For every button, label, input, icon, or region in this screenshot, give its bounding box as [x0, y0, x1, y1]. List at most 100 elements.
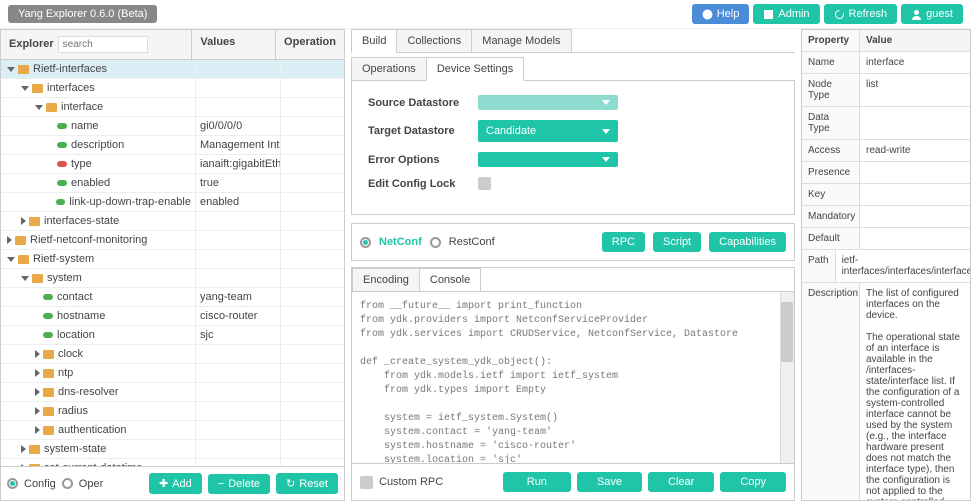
save-button[interactable]: Save	[577, 472, 642, 492]
tab-collections[interactable]: Collections	[396, 29, 472, 52]
tab-console[interactable]: Console	[419, 268, 481, 292]
copy-button[interactable]: Copy	[720, 472, 786, 492]
clear-button[interactable]: Clear	[648, 472, 714, 492]
add-button[interactable]: ✚ Add	[149, 473, 202, 494]
tree-row[interactable]: namegi0/0/0/0	[1, 117, 344, 136]
source-datastore-dropdown[interactable]	[478, 95, 618, 110]
edit-config-lock-checkbox[interactable]	[478, 177, 491, 190]
tree-node-value: yang-team	[196, 288, 281, 306]
expand-arrow-icon[interactable]	[35, 388, 40, 396]
expand-arrow-icon[interactable]	[35, 369, 40, 377]
tree-row[interactable]: interfaces	[1, 79, 344, 98]
custom-rpc-checkbox[interactable]	[360, 476, 373, 489]
guest-button[interactable]: guest	[901, 4, 963, 24]
expand-arrow-icon[interactable]	[35, 350, 40, 358]
explorer-panel: Explorer Values Operation Rietf-interfac…	[0, 29, 345, 501]
expand-arrow-icon[interactable]	[7, 257, 15, 262]
property-key: Data Type	[802, 107, 860, 139]
netconf-radio[interactable]	[360, 237, 371, 248]
tree-node-operation	[281, 307, 344, 325]
expand-arrow-icon[interactable]	[21, 445, 26, 453]
tab-encoding[interactable]: Encoding	[352, 268, 420, 291]
property-row: Data Type	[802, 107, 970, 140]
expand-arrow-icon[interactable]	[35, 407, 40, 415]
expand-arrow-icon[interactable]	[21, 86, 29, 91]
tree-row[interactable]: enabledtrue	[1, 174, 344, 193]
console-output[interactable]: from __future__ import print_function fr…	[351, 291, 795, 464]
property-row: Pathietf-interfaces/interfaces/interface	[802, 250, 970, 283]
help-button[interactable]: Help	[692, 4, 750, 24]
source-datastore-label: Source Datastore	[368, 97, 478, 109]
tree-row[interactable]: Rietf-interfaces	[1, 60, 344, 79]
tree-row[interactable]: Rietf-netconf-monitoring	[1, 231, 344, 250]
tree-row[interactable]: descriptionManagement Interface	[1, 136, 344, 155]
property-value: ietf-interfaces/interfaces/interface	[836, 250, 970, 282]
tree-body[interactable]: Rietf-interfacesinterfaces interface nameg…	[1, 60, 344, 466]
tree-node-value	[196, 60, 281, 78]
rpc-button[interactable]: RPC	[602, 232, 645, 252]
tab-device-settings[interactable]: Device Settings	[426, 57, 524, 81]
script-button[interactable]: Script	[653, 232, 701, 252]
expand-arrow-icon[interactable]	[35, 426, 40, 434]
expand-arrow-icon[interactable]	[21, 276, 29, 281]
tree-node-label: interface	[61, 101, 103, 113]
tree-row[interactable]: link-up-down-trap-enableenabled	[1, 193, 344, 212]
folder-icon	[43, 369, 54, 378]
config-radio[interactable]	[7, 478, 18, 489]
property-value: interface	[860, 52, 970, 73]
admin-icon	[763, 9, 774, 20]
tab-operations[interactable]: Operations	[351, 57, 427, 80]
tree-row[interactable]: hostnamecisco-router	[1, 307, 344, 326]
tree-row[interactable]: typeianaift:gigabitEtherne	[1, 155, 344, 174]
expand-arrow-icon[interactable]	[7, 236, 12, 244]
expand-arrow-icon[interactable]	[7, 67, 15, 72]
target-datastore-dropdown[interactable]: Candidate	[478, 120, 618, 142]
tree-node-value: ianaift:gigabitEtherne	[196, 155, 281, 173]
property-value	[860, 162, 970, 183]
error-options-dropdown[interactable]	[478, 152, 618, 167]
property-body[interactable]: NameinterfaceNode TypelistData TypeAcces…	[802, 52, 970, 500]
folder-icon	[15, 236, 26, 245]
tree-node-label: interfaces-state	[44, 215, 119, 227]
oper-radio[interactable]	[62, 478, 73, 489]
tree-row[interactable]: locationsjc	[1, 326, 344, 345]
target-datastore-label: Target Datastore	[368, 125, 478, 137]
refresh-button[interactable]: Refresh	[824, 4, 898, 24]
tree-row[interactable]: set-current-datetime	[1, 459, 344, 466]
tree-node-label: clock	[58, 348, 83, 360]
tree-node-label: Rietf-system	[33, 253, 94, 265]
leaf-icon	[57, 142, 67, 148]
tree-row[interactable]: authentication	[1, 421, 344, 440]
tree-row[interactable]: system	[1, 269, 344, 288]
expand-arrow-icon[interactable]	[35, 105, 43, 110]
reset-button[interactable]: ↻ Reset	[276, 473, 338, 494]
tree-node-label: system	[47, 272, 82, 284]
delete-button[interactable]: − Delete	[208, 474, 270, 494]
tree-node-value	[196, 421, 281, 439]
search-input[interactable]	[58, 36, 148, 53]
tree-row[interactable]: dns-resolver	[1, 383, 344, 402]
restconf-radio[interactable]	[430, 237, 441, 248]
tree-row[interactable]: contactyang-team	[1, 288, 344, 307]
scrollbar[interactable]	[780, 292, 794, 463]
tree-node-value	[196, 250, 281, 268]
tree-row[interactable]: ntp	[1, 364, 344, 383]
folder-icon	[18, 255, 29, 264]
tree-row[interactable]: interfaces-state	[1, 212, 344, 231]
admin-button[interactable]: Admin	[753, 4, 819, 24]
tree-row[interactable]: radius	[1, 402, 344, 421]
property-value	[860, 228, 970, 249]
capabilities-button[interactable]: Capabilities	[709, 232, 786, 252]
tree-row[interactable]: Rietf-system	[1, 250, 344, 269]
value-header: Value	[860, 30, 970, 51]
tree-row[interactable]: system-state	[1, 440, 344, 459]
tree-node-value: enabled	[196, 193, 281, 211]
tree-node-value: cisco-router	[196, 307, 281, 325]
run-button[interactable]: Run	[503, 472, 571, 492]
tab-build[interactable]: Build	[351, 29, 397, 53]
tree-node-operation	[281, 288, 344, 306]
tab-manage-models[interactable]: Manage Models	[471, 29, 571, 52]
expand-arrow-icon[interactable]	[21, 217, 26, 225]
tree-row[interactable]: interface	[1, 98, 344, 117]
tree-row[interactable]: clock	[1, 345, 344, 364]
